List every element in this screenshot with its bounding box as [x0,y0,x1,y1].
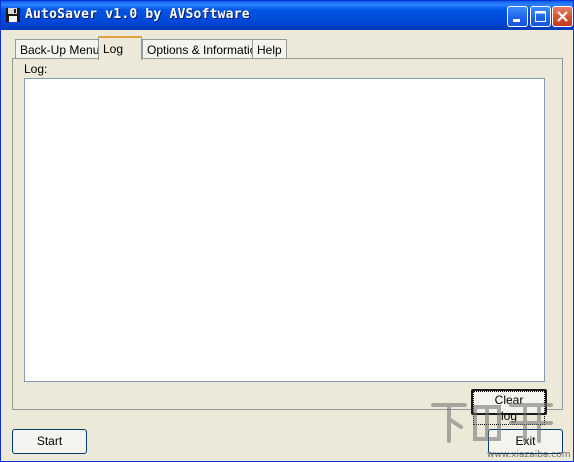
close-icon [557,11,568,22]
tab-back-up-menu[interactable]: Back-Up Menu [15,39,105,58]
clear-log-button[interactable]: Clear log [471,389,547,425]
app-window: AutoSaver v1.0 by AVSoftware Back-Up Men… [0,0,574,462]
start-button[interactable]: Start [12,429,87,454]
clear-log-label: Clear log [473,391,545,425]
title-bar[interactable]: AutoSaver v1.0 by AVSoftware [1,1,573,30]
minimize-button[interactable] [507,6,528,27]
tab-help[interactable]: Help [252,39,287,58]
tab-log[interactable]: Log [98,36,142,60]
window-title: AutoSaver v1.0 by AVSoftware [25,7,250,22]
watermark-url: www.xiazaiba.com [487,450,571,460]
log-label: Log: [24,62,48,76]
tab-options-information[interactable]: Options & Information [142,39,269,58]
close-button[interactable] [552,6,573,27]
maximize-button[interactable] [530,6,551,27]
app-icon [6,8,20,22]
minimize-icon [513,19,520,22]
maximize-icon [535,11,546,22]
log-textarea[interactable] [24,78,545,382]
